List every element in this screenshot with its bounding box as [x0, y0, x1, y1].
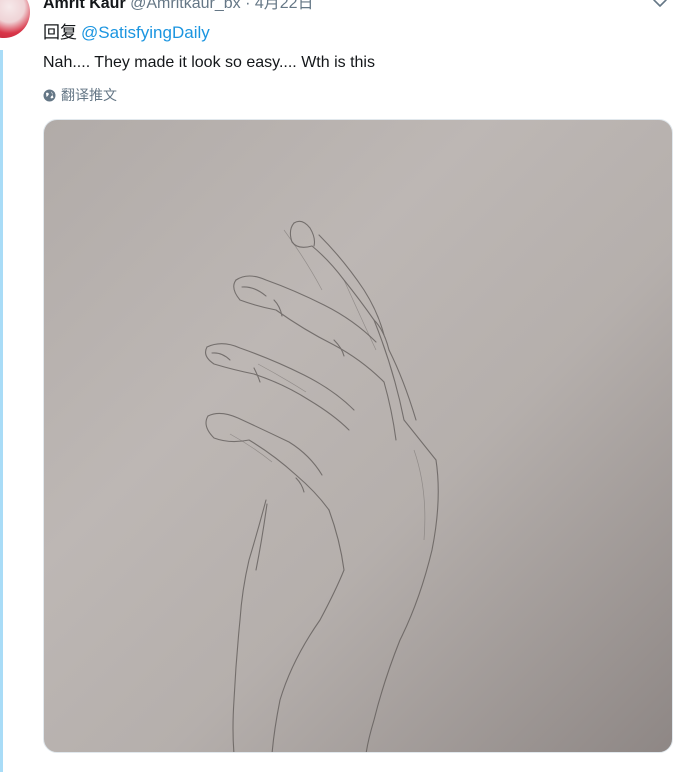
globe-icon: [43, 89, 56, 101]
chevron-down-icon[interactable]: [652, 0, 668, 10]
thread-line: [0, 50, 3, 772]
hand-sketch-illustration: [205, 220, 439, 752]
avatar[interactable]: [0, 0, 30, 38]
tweet-text: Nah.... They made it look so easy.... Wt…: [43, 54, 375, 71]
author-handle[interactable]: @Amritkaur_bx: [130, 0, 241, 12]
translate-tweet-button[interactable]: 翻译推文: [43, 86, 117, 104]
tweet-date[interactable]: 4月22日: [255, 0, 314, 12]
reply-prefix: 回复: [43, 23, 77, 42]
reply-context: 回复 @SatisfyingDaily: [43, 22, 210, 44]
reply-to-link[interactable]: @SatisfyingDaily: [81, 23, 210, 42]
tweet-page: Amrit Kaur @Amritkaur_bx · 4月22日 回复 @Sati…: [0, 0, 690, 772]
separator-dot: ·: [245, 0, 251, 12]
tweet-image[interactable]: [43, 119, 673, 753]
author-name[interactable]: Amrit Kaur: [43, 0, 126, 12]
translate-label: 翻译推文: [61, 87, 117, 103]
tweet-header: Amrit Kaur @Amritkaur_bx · 4月22日: [43, 0, 314, 14]
